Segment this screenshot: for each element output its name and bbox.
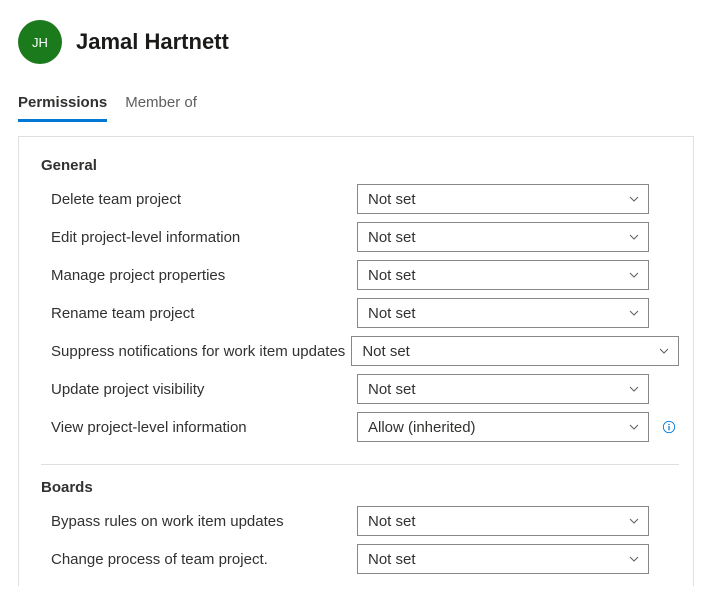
perm-row: Suppress notifications for work item upd… — [19, 332, 693, 370]
perm-value: Not set — [368, 191, 416, 208]
perm-row: Update project visibility Not set — [19, 370, 693, 408]
perm-select[interactable]: Not set — [357, 222, 649, 252]
info-icon[interactable] — [661, 419, 677, 435]
perm-value: Allow (inherited) — [368, 419, 476, 436]
perm-label: Suppress notifications for work item upd… — [51, 343, 345, 360]
perm-value: Not set — [368, 229, 416, 246]
perm-label: Manage project properties — [51, 267, 351, 284]
perm-row: Manage project properties Not set — [19, 256, 693, 294]
perm-label: Bypass rules on work item updates — [51, 513, 351, 530]
perm-label: Edit project-level information — [51, 229, 351, 246]
section-divider — [41, 464, 679, 465]
perm-label: Rename team project — [51, 305, 351, 322]
perm-select[interactable]: Not set — [357, 374, 649, 404]
perm-value: Not set — [368, 305, 416, 322]
perm-select[interactable]: Allow (inherited) — [357, 412, 649, 442]
perm-value: Not set — [368, 513, 416, 530]
perm-label: Delete team project — [51, 191, 351, 208]
permission-group-general: Delete team project Not set Edit project… — [19, 180, 693, 454]
perm-select[interactable]: Not set — [351, 336, 679, 366]
perm-select[interactable]: Not set — [357, 298, 649, 328]
perm-label: View project-level information — [51, 419, 351, 436]
user-header: JH Jamal Hartnett — [0, 0, 712, 72]
permissions-panel: General Delete team project Not set Edit… — [18, 136, 694, 586]
chevron-down-icon — [658, 345, 670, 357]
perm-label: Change process of team project. — [51, 551, 351, 568]
chevron-down-icon — [628, 515, 640, 527]
perm-value: Not set — [362, 343, 410, 360]
perm-row: Rename team project Not set — [19, 294, 693, 332]
tabs: Permissions Member of — [0, 72, 712, 122]
user-name: Jamal Hartnett — [76, 29, 229, 55]
perm-row: Edit project-level information Not set — [19, 218, 693, 256]
chevron-down-icon — [628, 383, 640, 395]
perm-row: View project-level information Allow (in… — [19, 408, 693, 446]
chevron-down-icon — [628, 269, 640, 281]
chevron-down-icon — [628, 231, 640, 243]
chevron-down-icon — [628, 193, 640, 205]
permission-group-boards: Bypass rules on work item updates Not se… — [19, 502, 693, 586]
perm-value: Not set — [368, 267, 416, 284]
perm-row: Bypass rules on work item updates Not se… — [19, 502, 693, 540]
section-heading-boards: Boards — [19, 479, 693, 502]
avatar: JH — [18, 20, 62, 64]
perm-label: Update project visibility — [51, 381, 351, 398]
perm-row: Change process of team project. Not set — [19, 540, 693, 578]
perm-select[interactable]: Not set — [357, 506, 649, 536]
section-heading-general: General — [19, 157, 693, 180]
perm-select[interactable]: Not set — [357, 544, 649, 574]
perm-value: Not set — [368, 551, 416, 568]
perm-select[interactable]: Not set — [357, 260, 649, 290]
perm-row: Delete team project Not set — [19, 180, 693, 218]
tab-permissions[interactable]: Permissions — [18, 90, 107, 122]
perm-select[interactable]: Not set — [357, 184, 649, 214]
chevron-down-icon — [628, 553, 640, 565]
tab-member-of[interactable]: Member of — [125, 90, 197, 122]
chevron-down-icon — [628, 307, 640, 319]
perm-value: Not set — [368, 381, 416, 398]
chevron-down-icon — [628, 421, 640, 433]
